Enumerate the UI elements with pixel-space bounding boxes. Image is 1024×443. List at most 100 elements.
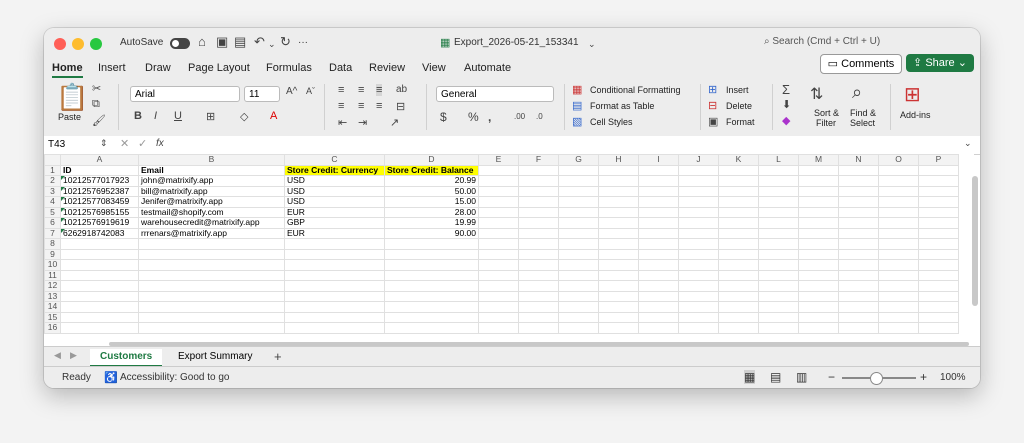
cell[interactable] [638, 259, 679, 271]
cell[interactable] [478, 301, 519, 313]
column-header[interactable]: M [798, 154, 839, 166]
cell[interactable] [598, 238, 639, 250]
format-painter-icon[interactable]: 🖌 [92, 114, 106, 127]
cell[interactable] [638, 206, 679, 218]
cell[interactable] [918, 322, 959, 334]
cell[interactable]: 28.00 [384, 206, 479, 218]
cell[interactable] [518, 175, 559, 187]
insert-cells-icon[interactable]: ⊞ [708, 83, 717, 96]
cell[interactable]: 90.00 [384, 227, 479, 239]
cell[interactable] [518, 311, 559, 323]
cell[interactable] [878, 269, 919, 281]
row-header[interactable]: 12 [44, 280, 61, 292]
cell[interactable] [798, 259, 839, 271]
cell[interactable] [284, 301, 385, 313]
cell[interactable] [478, 196, 519, 208]
sheet-tab-customers[interactable]: Customers [90, 349, 163, 367]
fill-icon[interactable]: ⬇ [782, 98, 791, 111]
cell[interactable] [758, 311, 799, 323]
cell[interactable] [878, 301, 919, 313]
cell[interactable] [798, 238, 839, 250]
cell[interactable] [878, 290, 919, 302]
cell[interactable] [758, 206, 799, 218]
cell[interactable] [638, 248, 679, 260]
cell[interactable] [558, 185, 599, 197]
cell[interactable] [638, 217, 679, 229]
cell[interactable] [558, 206, 599, 218]
delete-cells-button[interactable]: Delete [726, 101, 752, 111]
tab-insert[interactable]: Insert [98, 62, 126, 74]
cell[interactable] [558, 196, 599, 208]
cell[interactable] [518, 185, 559, 197]
page-break-view-icon[interactable]: ▥ [796, 370, 807, 384]
conditional-formatting-icon[interactable]: ▦ [572, 83, 582, 96]
cell[interactable] [918, 280, 959, 292]
cell[interactable] [718, 248, 759, 260]
search-field[interactable]: ⌕ Search (Cmd + Ctrl + U) [764, 36, 880, 47]
align-middle-icon[interactable]: ≡ [358, 84, 364, 96]
cell[interactable]: Jenifer@matrixify.app [138, 196, 285, 208]
cell[interactable] [60, 269, 139, 281]
cell[interactable] [758, 280, 799, 292]
cell[interactable] [598, 301, 639, 313]
cell[interactable] [478, 322, 519, 334]
cell[interactable] [598, 259, 639, 271]
cell[interactable] [558, 269, 599, 281]
cell[interactable] [638, 164, 679, 176]
cell[interactable] [598, 248, 639, 260]
align-top-icon[interactable]: ≡ [338, 84, 344, 96]
cell[interactable]: 15.00 [384, 196, 479, 208]
column-header[interactable]: K [718, 154, 759, 166]
orientation-icon[interactable]: ↗ [390, 116, 399, 129]
cell[interactable] [838, 196, 879, 208]
cell[interactable] [758, 217, 799, 229]
cell[interactable] [918, 301, 959, 313]
cell[interactable] [138, 269, 285, 281]
minimize-window-button[interactable] [72, 38, 84, 50]
row-header[interactable]: 6 [44, 217, 61, 229]
cell[interactable] [718, 269, 759, 281]
cell[interactable] [678, 269, 719, 281]
cell[interactable] [878, 280, 919, 292]
cell[interactable] [558, 164, 599, 176]
cell[interactable] [558, 280, 599, 292]
cell[interactable] [878, 227, 919, 239]
cell[interactable]: 10212576919619 [60, 217, 139, 229]
column-header[interactable]: D [384, 154, 479, 166]
cell[interactable] [678, 175, 719, 187]
format-as-table-icon[interactable]: ▤ [572, 99, 582, 112]
cell[interactable] [598, 175, 639, 187]
cell[interactable] [838, 238, 879, 250]
cell[interactable] [598, 322, 639, 334]
zoom-out-icon[interactable]: − [828, 370, 835, 384]
cell[interactable] [878, 311, 919, 323]
cell[interactable] [838, 206, 879, 218]
header-cell[interactable]: ID [60, 164, 139, 176]
bold-icon[interactable]: B [134, 110, 142, 122]
more-commands[interactable]: ··· [298, 37, 308, 48]
cell[interactable] [758, 269, 799, 281]
cell[interactable] [918, 196, 959, 208]
find-select-label-1[interactable]: Find & [850, 108, 876, 118]
tab-data[interactable]: Data [329, 62, 352, 74]
cell[interactable] [838, 301, 879, 313]
decrease-decimal-icon[interactable]: .0 [536, 112, 543, 121]
cell[interactable] [838, 280, 879, 292]
cell[interactable] [758, 322, 799, 334]
cell[interactable]: EUR [284, 206, 385, 218]
row-header[interactable]: 7 [44, 227, 61, 239]
font-color-icon[interactable]: A [270, 110, 277, 122]
column-header[interactable]: E [478, 154, 519, 166]
increase-decimal-icon[interactable]: .00 [514, 112, 525, 121]
page-layout-view-icon[interactable]: ▤ [770, 370, 781, 384]
increase-font-icon[interactable]: A^ [286, 86, 297, 97]
redo-icon[interactable]: ↻ [280, 35, 291, 49]
cell[interactable] [60, 290, 139, 302]
file-menu-chevron-icon[interactable]: ⌄ [588, 37, 596, 51]
cell[interactable] [798, 290, 839, 302]
delete-cells-icon[interactable]: ⊟ [708, 99, 717, 112]
cell[interactable] [678, 322, 719, 334]
cell[interactable] [758, 238, 799, 250]
column-header[interactable]: F [518, 154, 559, 166]
cell[interactable] [384, 311, 479, 323]
